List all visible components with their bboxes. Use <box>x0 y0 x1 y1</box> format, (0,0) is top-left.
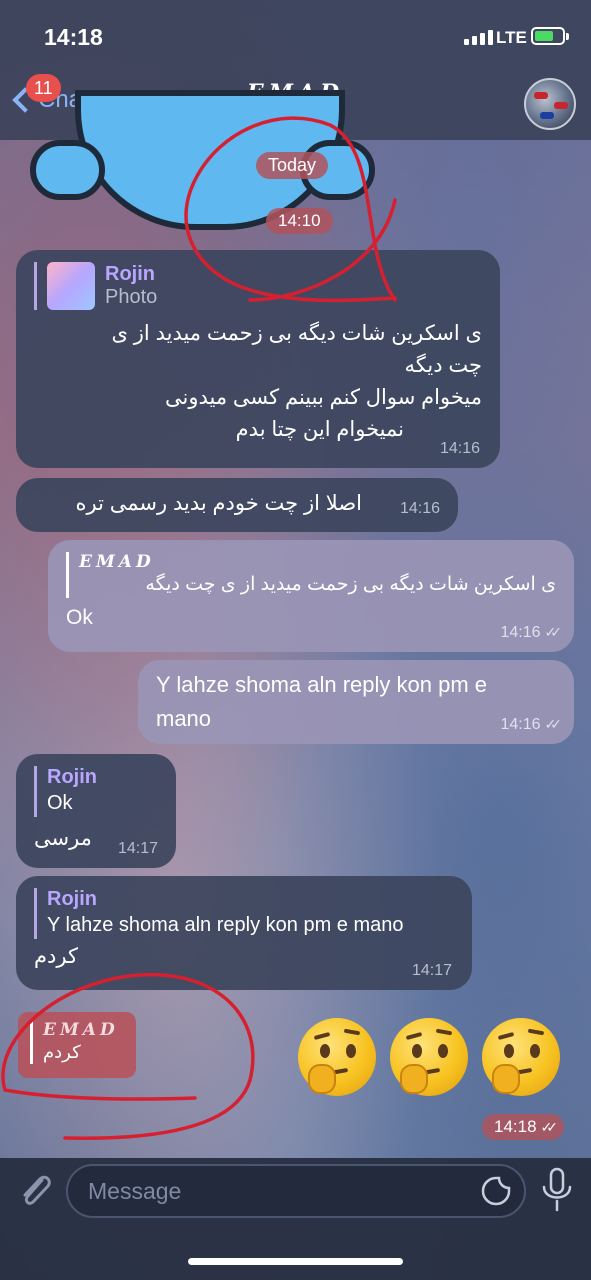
message-bubble-incoming[interactable]: Rojin Y lahze shoma aln reply kon pm e m… <box>16 876 472 990</box>
message-text: Y lahze shoma aln reply kon pm e mano <box>156 672 487 731</box>
message-bubble-incoming[interactable]: Rojin Ok مرسی 14:17 <box>16 754 176 868</box>
message-time: 14:18 ✓✓ <box>482 1114 565 1140</box>
sticker-time: 14:10 <box>266 208 333 234</box>
date-pill: Today <box>256 152 329 179</box>
message-time: 14:16 <box>439 440 480 457</box>
reply-text: Ok <box>47 792 73 814</box>
reply-text: کردم <box>43 1042 81 1062</box>
thinking-face-emoji[interactable] <box>482 1018 560 1096</box>
status-time: 14:18 <box>44 24 103 50</box>
message-text: کردم <box>34 945 78 968</box>
home-indicator <box>188 1258 403 1265</box>
avatar[interactable] <box>524 78 576 130</box>
read-check-icon: ✓✓ <box>540 1119 559 1135</box>
message-time: 14:17 <box>117 840 158 857</box>
read-check-icon: ✓✓ <box>544 716 563 732</box>
network-label: LTE <box>496 28 527 47</box>
message-input[interactable] <box>66 1164 526 1218</box>
mic-icon[interactable] <box>540 1167 574 1213</box>
reply-sender: Rojin <box>47 766 97 788</box>
reply-sender: EMAD <box>43 1020 119 1040</box>
signal-icon <box>464 30 493 45</box>
message-bubble-incoming[interactable]: اصلا از چت خودم بدید رسمی تره 14:16 <box>16 478 458 532</box>
message-bubble-outgoing[interactable]: EMAD ی اسکرین شات دیگه بی زحمت میدید از … <box>48 540 574 652</box>
message-time: 14:17 <box>411 962 452 979</box>
reply-quote[interactable]: Rojin Y lahze shoma aln reply kon pm e m… <box>34 888 454 939</box>
reply-quote[interactable]: Rojin Ok <box>34 766 158 817</box>
reply-sender: Rojin <box>105 263 155 285</box>
thinking-face-emoji[interactable] <box>390 1018 468 1096</box>
reply-sender: Rojin <box>47 888 97 910</box>
reply-text: Y lahze shoma aln reply kon pm e mano <box>47 914 404 936</box>
message-time: 14:16 ✓✓ <box>500 716 563 733</box>
thinking-face-emoji[interactable] <box>298 1018 376 1096</box>
message-bubble-incoming[interactable]: Rojin Photo ی اسکرین شات دیگه بی زحمت می… <box>16 250 500 468</box>
reply-quote[interactable]: Rojin Photo <box>34 262 482 310</box>
sticker-icon[interactable] <box>480 1175 512 1207</box>
message-text: اصلا از چت خودم بدید رسمی تره <box>75 492 362 515</box>
message-time: 14:16 <box>399 500 440 517</box>
message-text: ی اسکرین شات دیگه بی زحمت میدید از ی چت … <box>111 322 483 441</box>
reply-text: Photo <box>105 286 158 308</box>
attach-icon[interactable] <box>16 1170 56 1210</box>
battery-icon <box>531 27 565 45</box>
message-bubble-outgoing[interactable]: Y lahze shoma aln reply kon pm e mano 14… <box>138 660 574 744</box>
message-time: 14:16 ✓✓ <box>500 624 563 641</box>
reply-sender: EMAD <box>79 552 155 572</box>
message-text: Ok <box>66 606 93 629</box>
reply-quote[interactable]: EMAD کردم <box>18 1012 136 1078</box>
reply-text: ی اسکرین شات دیگه بی زحمت میدید از ی چت … <box>145 574 556 595</box>
battery-tip <box>566 33 569 40</box>
reply-quote[interactable]: EMAD ی اسکرین شات دیگه بی زحمت میدید از … <box>66 552 556 598</box>
photo-thumbnail <box>47 262 95 310</box>
read-check-icon: ✓✓ <box>544 624 563 640</box>
